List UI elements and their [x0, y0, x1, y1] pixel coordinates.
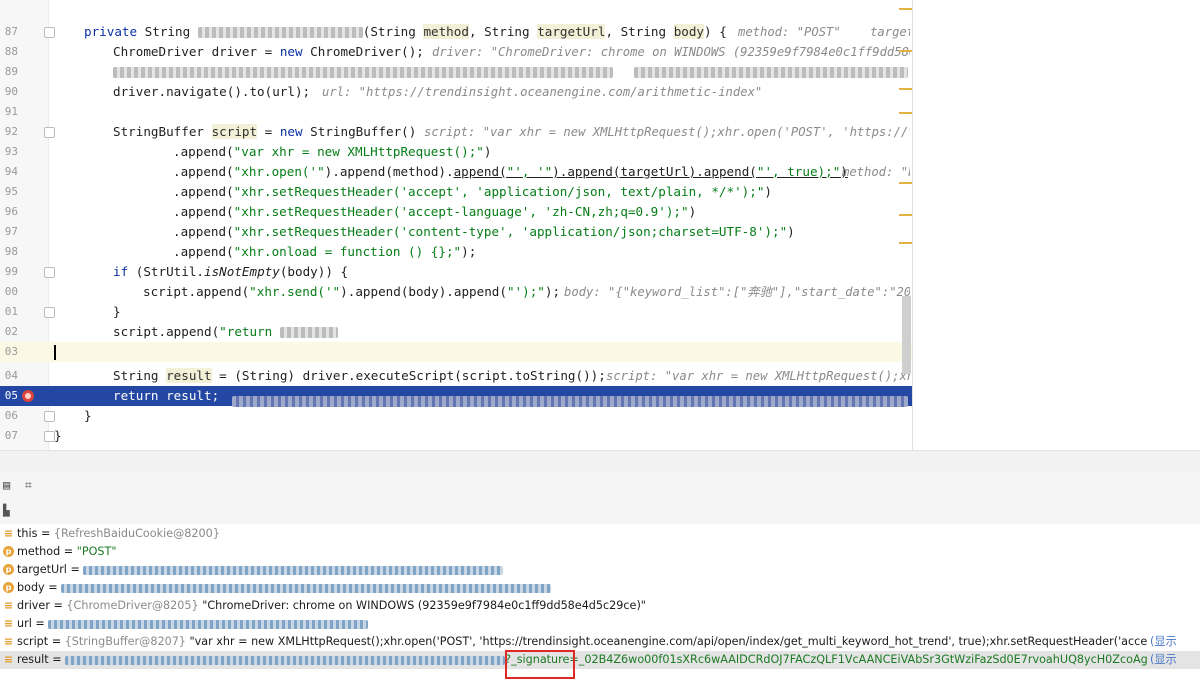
line-number: 91 — [4, 105, 18, 118]
editor-scrollbar-thumb[interactable] — [902, 296, 911, 374]
code-text: if (StrUtil.isNotEmpty(body)) { — [113, 264, 349, 279]
text-cursor — [54, 345, 56, 360]
line-number: 07 — [4, 429, 18, 442]
line-number: 90 — [4, 85, 18, 98]
fold-marker-icon[interactable] — [44, 127, 55, 138]
variable-row-script[interactable]: ≡ script = {StringBuffer@8207} "var xhr … — [0, 633, 1200, 651]
scroll-marker[interactable] — [899, 112, 912, 114]
code-text: .append("var xhr = new XMLHttpRequest();… — [173, 144, 492, 159]
variable-row-targetUrl[interactable]: p targetUrl = — [0, 561, 1200, 579]
panel-separator[interactable] — [0, 450, 1200, 473]
line-number: 87 — [4, 25, 18, 38]
line-number: 88 — [4, 45, 18, 58]
fold-marker-icon[interactable] — [44, 411, 55, 422]
inline-debug-value: driver: "ChromeDriver: chrome on WINDOWS… — [432, 45, 910, 59]
variable-row-url[interactable]: ≡ url = — [0, 615, 1200, 633]
line-number: 00 — [4, 285, 18, 298]
line-number: 05 — [4, 389, 18, 402]
frames-icon[interactable]: ▤ — [3, 472, 10, 498]
param-icon: p — [3, 582, 14, 593]
editor-right-blank-pane — [912, 0, 1200, 450]
list-icon: ≡ — [3, 599, 14, 612]
line-number: 02 — [4, 325, 18, 338]
show-more-link[interactable]: (显示 — [1150, 633, 1177, 651]
inline-debug-value: method: "POST" target — [738, 25, 910, 39]
line-number: 89 — [4, 65, 18, 78]
inline-debug-value: body: "{"keyword_list":["奔驰"],"start_dat… — [564, 285, 910, 299]
fold-marker-icon[interactable] — [44, 307, 55, 318]
scroll-marker[interactable] — [899, 8, 912, 10]
code-text: } — [54, 428, 62, 443]
line-number: 94 — [4, 165, 18, 178]
line-number: 97 — [4, 225, 18, 238]
code-text: script.append("return — [113, 322, 910, 342]
line-number: 03 — [4, 345, 18, 358]
line-number: 98 — [4, 245, 18, 258]
param-icon: p — [3, 546, 14, 557]
code-text: .append("xhr.onload = function () {};"); — [173, 244, 477, 259]
line-number: 06 — [4, 409, 18, 422]
line-number: 95 — [4, 185, 18, 198]
line-number: 04 — [4, 369, 18, 382]
show-more-link[interactable]: (显示 — [1150, 651, 1177, 669]
redacted-method-name — [197, 27, 363, 38]
variable-row-method[interactable]: p method = "POST" — [0, 543, 1200, 561]
debug-toolbar: ▤ ⌗ — [0, 472, 1200, 499]
scroll-marker[interactable] — [899, 182, 912, 184]
signature-highlight-box — [505, 650, 575, 679]
fold-marker-icon[interactable] — [44, 27, 55, 38]
fold-marker-icon[interactable] — [44, 267, 55, 278]
variable-row-this[interactable]: ≡ this = {RefreshBaiduCookie@8200} — [0, 525, 1200, 543]
list-icon: ≡ — [3, 653, 14, 666]
threads-icon[interactable]: ⌗ — [25, 472, 32, 498]
inline-debug-value: script: "var xhr = new XMLHttpRequest();… — [424, 125, 910, 139]
variable-row-body[interactable]: p body = — [0, 579, 1200, 597]
list-icon: ≡ — [3, 617, 14, 630]
code-editor[interactable]: 87 private String (String method, String… — [0, 0, 1200, 450]
inline-debug-value-redacted — [634, 62, 910, 82]
scroll-marker[interactable] — [899, 88, 912, 90]
redacted-code — [279, 327, 338, 338]
line-number: 01 — [4, 305, 18, 318]
list-icon: ≡ — [3, 527, 14, 540]
code-text: } — [113, 304, 121, 319]
code-text: } — [84, 408, 92, 423]
variables-view-icon[interactable]: ▙ — [3, 498, 10, 524]
redacted-code — [113, 67, 613, 78]
code-text: .append("xhr.open('").append(method).app… — [173, 164, 848, 179]
breakpoint-icon[interactable] — [22, 390, 34, 402]
redacted-value — [83, 565, 504, 575]
variables-tree[interactable]: ≡ this = {RefreshBaiduCookie@8200} p met… — [0, 524, 1200, 685]
scroll-marker[interactable] — [899, 242, 912, 244]
line-number: 96 — [4, 205, 18, 218]
line-number: 99 — [4, 265, 18, 278]
redacted-value — [61, 583, 552, 593]
code-text: .append("xhr.setRequestHeader('accept-la… — [173, 204, 697, 219]
variables-toolbar: ▙ — [0, 498, 1200, 525]
scroll-marker[interactable] — [899, 214, 912, 216]
variable-row-result[interactable]: ≡ result = ?_signature=_02B4Z6wo00f01sXR… — [0, 651, 1200, 669]
list-icon: ≡ — [3, 635, 14, 648]
param-icon: p — [3, 564, 14, 575]
code-text: .append("xhr.setRequestHeader('content-t… — [173, 224, 795, 239]
inline-debug-value: url: "https://trendinsight.oceanengine.c… — [322, 85, 763, 99]
redacted-value — [48, 619, 369, 629]
line-number: 93 — [4, 145, 18, 158]
redacted-value — [65, 655, 506, 665]
code-text: .append("xhr.setRequestHeader('accept', … — [173, 184, 773, 199]
line-number: 92 — [4, 125, 18, 138]
inline-debug-value: script: "var xhr = new XMLHttpRequest();… — [606, 369, 910, 383]
scroll-marker[interactable] — [899, 50, 912, 52]
variable-row-driver[interactable]: ≡ driver = {ChromeDriver@8205} "ChromeDr… — [0, 597, 1200, 615]
inline-debug-value: method: "P — [842, 165, 910, 179]
